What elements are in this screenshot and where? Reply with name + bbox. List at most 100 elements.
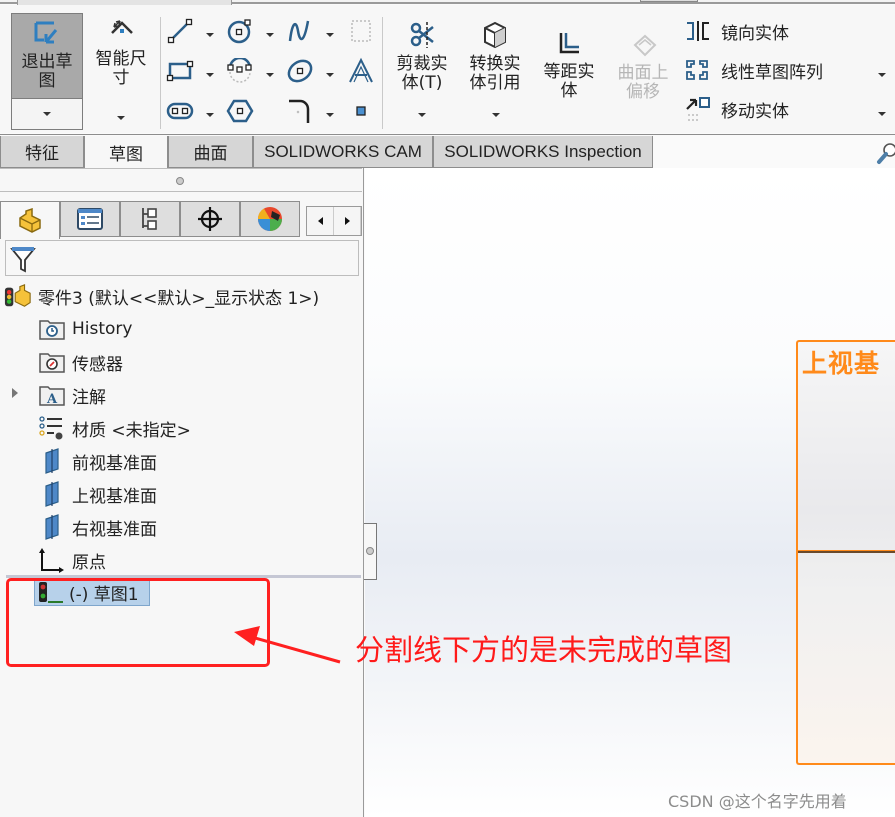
circle-dropdown-icon[interactable] (266, 33, 274, 37)
panel-collapse-handle[interactable] (364, 523, 377, 580)
tree-item-label: History (72, 319, 133, 339)
convert-entities-dropdown-icon[interactable] (492, 113, 500, 117)
mirror-entities-button[interactable]: 镜向实体 (683, 16, 789, 46)
circle-tool-button[interactable] (226, 17, 254, 45)
tree-item-sensors[interactable]: 传感器 (38, 347, 123, 377)
linear-pattern-dropdown-icon[interactable] (878, 73, 886, 77)
material-icon (38, 415, 66, 441)
convert-entities-label-2: 体引用 (469, 73, 521, 93)
plane-icon (38, 481, 66, 507)
plane-label: 上视基 (802, 349, 881, 378)
tab-solidworks-cam[interactable]: SOLIDWORKS CAM (253, 136, 433, 168)
property-manager-icon (77, 208, 103, 230)
linear-pattern-icon (686, 60, 708, 80)
part-name-label: 零件3 (默认<<默认>_显示状态 1>) (38, 288, 320, 309)
rectangle-dropdown-icon[interactable] (206, 73, 214, 77)
mirror-entities-icon (687, 21, 709, 41)
text-icon (349, 57, 373, 83)
move-entities-button[interactable]: 移动实体 (683, 94, 789, 124)
tab-features[interactable]: 特征 (0, 136, 84, 168)
scroll-right-button[interactable] (334, 207, 361, 235)
linear-sketch-pattern-button[interactable]: 线性草图阵列 (683, 55, 823, 85)
convert-entities-icon (484, 21, 506, 49)
command-manager-tabs: 特征 草图 曲面 SOLIDWORKS CAM SOLIDWORKS Inspe… (0, 134, 895, 168)
slot-dropdown-icon[interactable] (206, 113, 214, 117)
search-commands-button[interactable] (876, 140, 895, 170)
offset-on-surface-label-1: 曲面上 (617, 63, 669, 83)
panel-splitter[interactable] (0, 168, 362, 192)
point-icon (356, 106, 366, 116)
tree-item-front-plane[interactable]: 前视基准面 (38, 446, 157, 476)
panel-tab-scroll (306, 206, 362, 236)
expand-annotations-icon[interactable] (12, 388, 18, 398)
tree-item-label: 右视基准面 (72, 519, 157, 540)
tree-item-annotations[interactable]: A 注解 (38, 380, 106, 410)
trim-entities-dropdown-icon[interactable] (418, 113, 426, 117)
tab-surfaces[interactable]: 曲面 (168, 136, 253, 168)
polygon-tool-button[interactable] (226, 97, 254, 125)
ellipse-dropdown-icon[interactable] (326, 73, 334, 77)
tree-item-right-plane[interactable]: 右视基准面 (38, 512, 157, 542)
tree-item-label: 材质 <未指定> (72, 420, 191, 441)
slot-tool-button[interactable] (166, 97, 194, 125)
dimxpert-manager-tab[interactable] (180, 201, 240, 237)
feature-manager-tab[interactable] (0, 201, 60, 239)
offset-on-surface-icon (633, 34, 657, 57)
text-tool-button[interactable] (347, 57, 375, 85)
panel-tab-bar (0, 201, 362, 239)
offset-entities-label-2: 体 (560, 81, 578, 101)
rectangle-icon (166, 60, 194, 82)
offset-on-surface-label-2: 偏移 (626, 82, 660, 102)
property-manager-tab[interactable] (60, 201, 120, 237)
ellipse-tool-button[interactable] (286, 57, 314, 85)
convert-entities-button[interactable]: 转换实 体引用 (462, 20, 528, 93)
exit-sketch-button[interactable]: 退出草 图 (11, 13, 83, 130)
line-dropdown-icon[interactable] (206, 33, 214, 37)
spline-tool-button[interactable] (286, 17, 314, 45)
dimxpert-icon (198, 207, 222, 231)
scroll-left-button[interactable] (307, 207, 334, 235)
arc-dropdown-icon[interactable] (266, 73, 274, 77)
mirror-entities-label: 镜向实体 (721, 23, 789, 44)
rectangle-tool-button[interactable] (166, 57, 194, 85)
display-manager-tab[interactable] (240, 201, 300, 237)
ellipse-icon (287, 59, 313, 83)
tree-root-part[interactable]: 零件3 (默认<<默认>_显示状态 1>) (4, 281, 319, 311)
tab-solidworks-inspection[interactable]: SOLIDWORKS Inspection (433, 136, 653, 168)
tree-item-material[interactable]: 材质 <未指定> (38, 413, 191, 443)
handle-grip-icon (366, 547, 374, 555)
smart-dimension-dropdown[interactable] (88, 106, 154, 125)
move-entities-dropdown-icon[interactable] (878, 112, 886, 116)
tree-item-top-plane[interactable]: 上视基准面 (38, 479, 157, 509)
arc-tool-button[interactable] (226, 57, 254, 85)
smart-dimension-label-1: 智能尺 (95, 49, 147, 69)
move-entities-icon (686, 97, 710, 121)
smart-dimension-button[interactable]: 智能尺 寸 (88, 19, 154, 125)
offset-on-surface-button: 曲面上 偏移 (610, 33, 676, 102)
fillet-tool-button[interactable] (286, 97, 314, 125)
tree-item-history[interactable]: History (38, 314, 132, 344)
spline-dropdown-icon[interactable] (326, 33, 334, 37)
filter-icon (10, 247, 36, 273)
origin-icon (38, 547, 66, 573)
annotation-text: 分割线下方的是未完成的草图 (355, 633, 733, 667)
configuration-manager-tab[interactable] (120, 201, 180, 237)
annotations-folder-icon: A (38, 382, 66, 408)
chevron-down-icon (117, 116, 125, 120)
construction-geometry-button[interactable] (347, 17, 375, 45)
tree-item-origin[interactable]: 原点 (38, 545, 106, 575)
line-tool-button[interactable] (166, 17, 194, 45)
top-plane-highlight[interactable]: 上视基 (796, 340, 895, 765)
exit-sketch-dropdown[interactable] (12, 99, 82, 129)
point-tool-button[interactable] (347, 97, 375, 125)
fillet-dropdown-icon[interactable] (326, 113, 334, 117)
convert-entities-label-1: 转换实 (469, 54, 521, 74)
circle-icon (227, 19, 251, 44)
spline-icon (288, 20, 310, 42)
history-folder-icon (38, 316, 66, 342)
offset-entities-button[interactable]: 等距实 体 (536, 30, 602, 101)
tab-sketch[interactable]: 草图 (84, 136, 168, 168)
trim-entities-button[interactable]: 剪裁实 体(T) (388, 20, 456, 93)
plane-icon (38, 514, 66, 540)
tree-filter-bar[interactable] (5, 240, 359, 276)
